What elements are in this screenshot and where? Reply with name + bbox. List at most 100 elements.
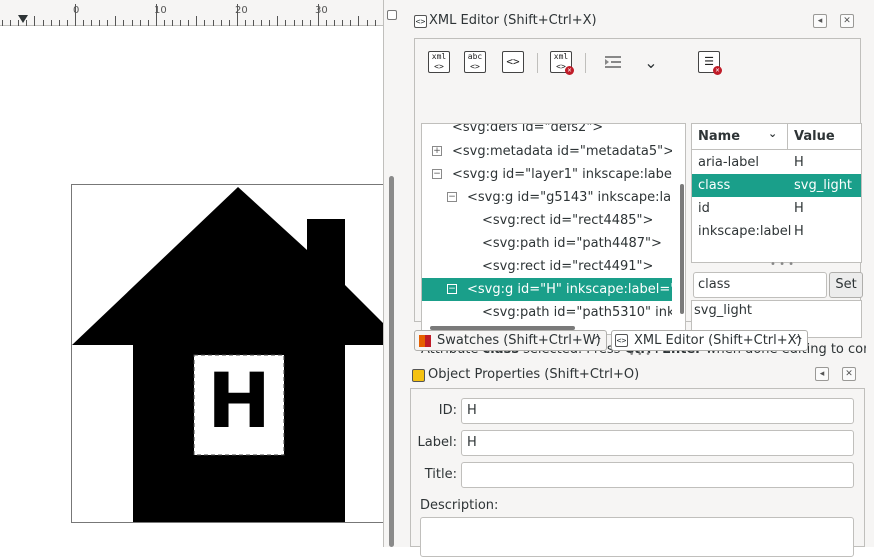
set-button[interactable]: Set [829,272,863,298]
tree-node[interactable]: <svg:path id="path5310" inksc [422,301,672,324]
attribute-name: id [698,201,710,216]
xml-editor-icon: <> [414,15,427,28]
title-field[interactable] [461,462,854,488]
name-column-header[interactable]: Name [698,129,740,144]
id-field[interactable]: H [461,398,854,424]
attribute-row[interactable]: inkscape:label H [692,220,861,243]
tree-node[interactable]: − <svg:g id="layer1" inkscape:label=" [422,163,672,186]
object-properties-title: Object Properties (Shift+Ctrl+O) [428,367,640,382]
close-icon[interactable]: ✕ [840,14,854,28]
column-divider [787,124,788,150]
attribute-value: H [794,201,804,216]
house-roof [72,187,383,522]
collapse-icon[interactable]: − [432,169,442,179]
chevron-down-icon: ⌄ [644,52,658,72]
collapse-icon[interactable]: − [447,284,457,294]
tab-xml-editor[interactable]: <> XML Editor (Shift+Ctrl+X) ^ [611,330,808,351]
tree-node-text: <svg:g id="H" inkscape:label="H [467,282,672,297]
attribute-name-input[interactable]: class [693,272,827,298]
xml-toolbar: xml <> abc <> <> xml <> ✕ ⌄ ☰ ✕ [425,47,722,79]
attribute-row[interactable]: id H [692,197,861,220]
chevron-up-icon[interactable]: ^ [794,331,803,350]
toolbar-separator [537,53,538,73]
delete-attribute-icon: ☰ ✕ [698,51,722,75]
title-label: Title: [424,467,457,482]
dock-panel: <> XML Editor (Shift+Ctrl+X) ◂ ✕ xml <> a… [410,0,874,557]
new-text-node-button[interactable]: abc <> [461,47,489,77]
xml-editor-title: XML Editor (Shift+Ctrl+X) [429,13,597,28]
dock-splitter[interactable] [383,0,410,547]
restore-icon[interactable] [387,10,397,20]
attribute-row-selected[interactable]: class svg_light [692,174,861,197]
more-options-button[interactable]: ⌄ [637,47,665,77]
unindent-icon [605,56,621,68]
tree-node[interactable]: <svg:rect id="rect4491"> [422,255,672,278]
attribute-table-header: Name ⌄ Value [692,124,861,150]
tree-node[interactable]: <svg:path id="path4487"> [422,232,672,255]
attribute-table[interactable]: Name ⌄ Value aria-label H class svg_light … [691,123,862,263]
chevron-up-icon[interactable]: ^ [593,331,602,350]
pane-resize-handle[interactable]: • • • [770,259,794,270]
attribute-row[interactable]: aria-label H [692,151,861,174]
swatches-icon [419,335,431,347]
sort-chevron-icon[interactable]: ⌄ [768,127,777,140]
attribute-name: class [698,178,731,193]
tree-node[interactable]: − <svg:g id="g5143" inkscape:label [422,186,672,209]
xml-editor-frame: xml <> abc <> <> xml <> ✕ ⌄ ☰ ✕ <svg:def… [414,38,866,357]
id-label: ID: [438,403,457,418]
panel-resize-handle[interactable]: • • • [629,350,651,360]
tree-node[interactable]: + <svg:metadata id="metadata5"> [422,140,672,163]
delete-node-button[interactable]: xml <> ✕ [547,47,575,77]
canvas-area[interactable]: 0 10 20 30 H [0,0,383,547]
new-element-node-button[interactable]: xml <> [425,47,453,77]
object-properties-frame: ID: H Label: H Title: Description: [410,388,865,557]
tree-node-text: <svg:path id="path5310" inksc [482,305,672,320]
label-label: Label: [417,435,457,450]
new-element-icon: xml <> [428,51,450,73]
tab-label: Swatches (Shift+Ctrl+W) [437,333,601,348]
delete-node-icon: xml <> ✕ [550,51,574,75]
close-icon[interactable]: ✕ [842,367,856,381]
indent-node-button[interactable] [599,47,627,77]
delete-attribute-button[interactable]: ☰ ✕ [695,47,723,77]
tree-node[interactable]: <svg:rect id="rect4485"> [422,209,672,232]
duplicate-node-icon: <> [502,51,524,73]
collapse-icon[interactable]: − [447,192,457,202]
house-drawing[interactable]: H [0,0,383,547]
attribute-name: inkscape:label [698,224,792,239]
tree-vertical-scrollbar[interactable] [680,184,684,314]
attribute-value: H [794,224,804,239]
tree-node-text: <svg:rect id="rect4491"> [482,259,654,274]
object-properties-icon [412,369,425,382]
label-field[interactable]: H [461,430,854,456]
tree-node-text: <svg:path id="path4487"> [482,236,662,251]
attribute-value: svg_light [794,178,853,193]
tree-node[interactable]: <svg:defs id="defs2"> [422,123,672,139]
value-column-header[interactable]: Value [794,129,835,144]
description-label: Description: [420,498,499,513]
dock-undock-icon[interactable]: ◂ [815,367,829,381]
new-text-glyph: abc [467,52,483,61]
tree-node-text: <svg:g id="layer1" inkscape:label=" [452,167,672,182]
tree-node-selected[interactable]: − <svg:g id="H" inkscape:label="H [422,278,672,301]
toolbar-separator [585,53,586,73]
description-field[interactable] [420,517,854,557]
h-letter: H [207,356,271,445]
tree-node-text: <svg:metadata id="metadata5"> [452,144,672,159]
expand-icon[interactable]: + [432,146,442,156]
dock-undock-icon[interactable]: ◂ [813,14,827,28]
xml-editor-icon: <> [615,334,628,347]
xml-node-tree[interactable]: <svg:defs id="defs2"> + <svg:metadata id=… [421,123,686,335]
tree-node-text: <svg:rect id="rect4485"> [482,213,654,228]
tab-swatches[interactable]: Swatches (Shift+Ctrl+W) ^ [414,330,607,351]
tree-node-text: <svg:defs id="defs2"> [452,123,604,135]
tree-node-text: <svg:g id="g5143" inkscape:label [467,190,672,205]
new-text-icon: abc <> [464,51,486,73]
new-element-glyph: xml [431,52,447,61]
attribute-name: aria-label [698,155,760,170]
attribute-value: H [794,155,804,170]
tab-label: XML Editor (Shift+Ctrl+X) [634,333,802,348]
duplicate-node-button[interactable]: <> [499,47,527,77]
delete-node-glyph: xml [553,52,569,61]
canvas-vertical-scrollbar[interactable] [389,176,394,547]
